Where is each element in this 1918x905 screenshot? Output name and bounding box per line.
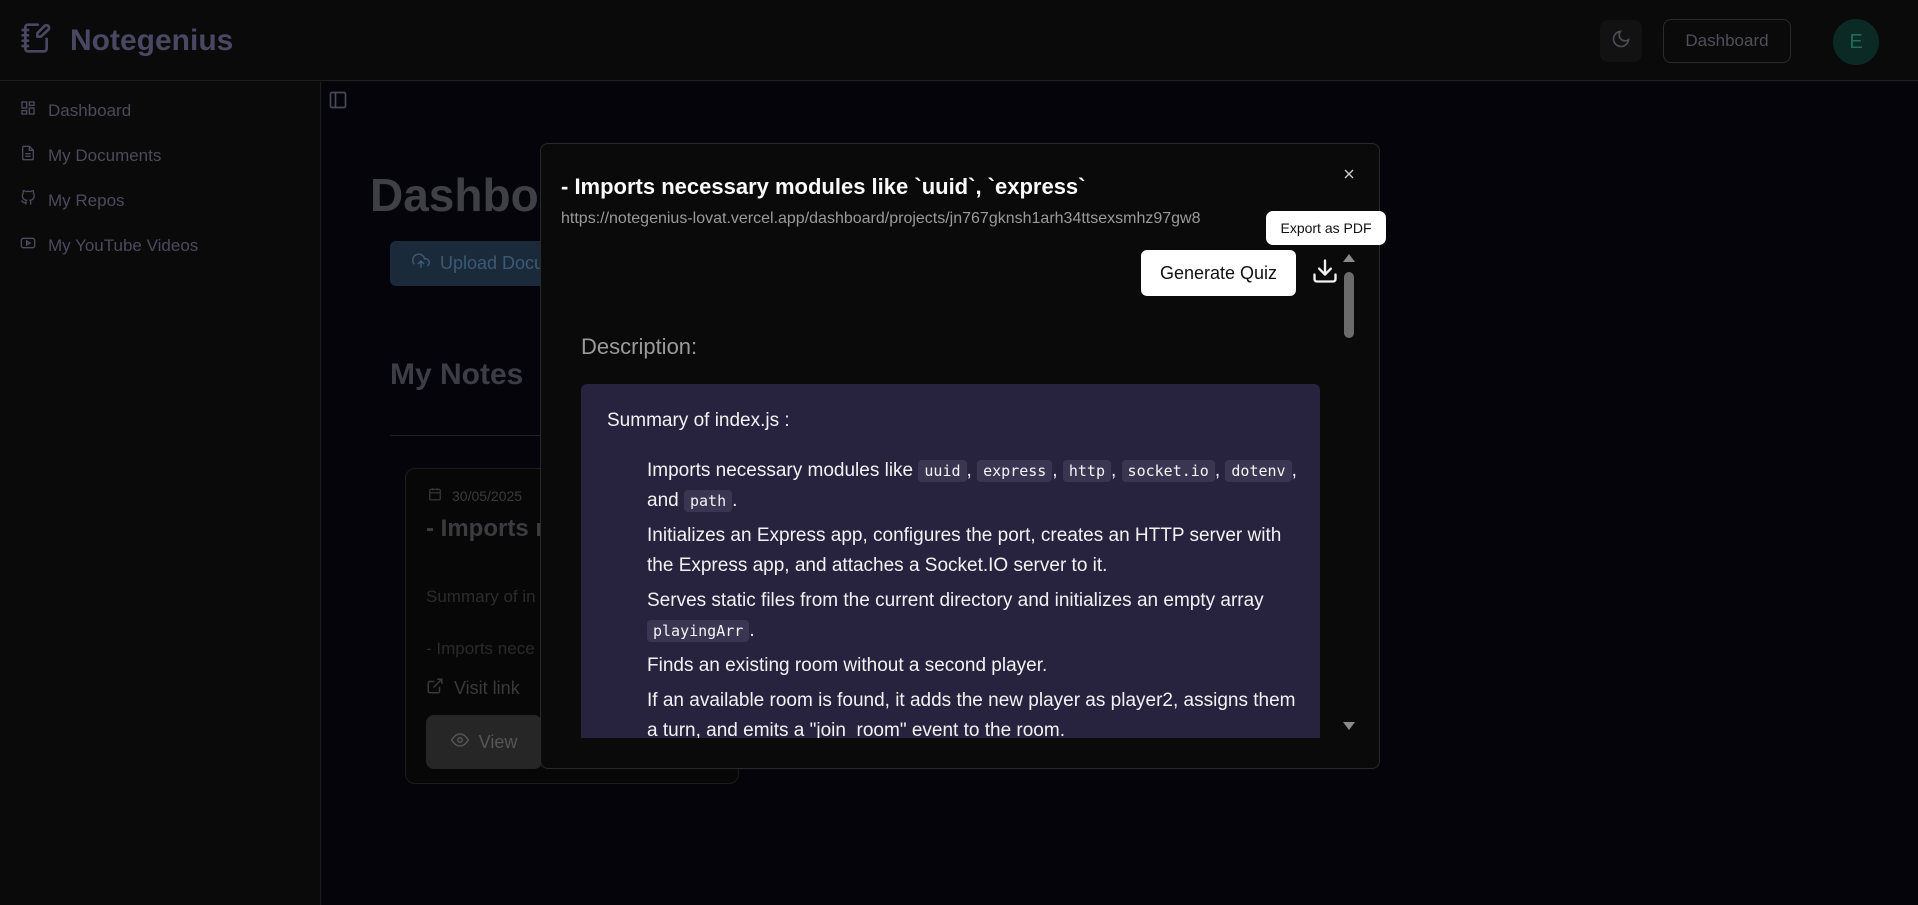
upload-cloud-icon bbox=[411, 252, 431, 275]
bullet-text: Serves static files from the current dir… bbox=[647, 590, 1264, 611]
list-item: Serves static files from the current dir… bbox=[647, 590, 1264, 642]
download-icon bbox=[1311, 257, 1339, 290]
youtube-icon bbox=[20, 235, 36, 256]
top-bar: Notegenius Dashboard E bbox=[0, 0, 1918, 81]
close-icon bbox=[1341, 166, 1357, 187]
sidebar-item-label: Dashboard bbox=[48, 100, 132, 120]
sidebar-item-my-youtube-videos[interactable]: My YouTube Videos bbox=[20, 235, 198, 256]
scroll-down-arrow[interactable] bbox=[1343, 722, 1355, 730]
sidebar-item-label: My Documents bbox=[48, 145, 162, 165]
bullet-text: Imports necessary modules like bbox=[647, 460, 914, 481]
page-title: Dashboa bbox=[370, 169, 565, 221]
sidebar-item-label: My Repos bbox=[48, 190, 125, 210]
close-button[interactable] bbox=[1337, 164, 1361, 188]
summary-content: Summary of index.js : Imports necessary … bbox=[581, 384, 1320, 738]
upload-label: Upload Docu bbox=[440, 253, 545, 273]
list-item: Imports necessary modules like uuid, exp… bbox=[647, 460, 1297, 512]
code-span: uuid bbox=[918, 460, 967, 482]
description-label: Description: bbox=[581, 334, 698, 359]
moon-icon bbox=[1611, 29, 1631, 54]
export-tooltip: Export as PDF bbox=[1266, 211, 1386, 245]
summary-bullets: Imports necessary modules like uuid, exp… bbox=[647, 456, 1307, 738]
brand[interactable]: Notegenius bbox=[20, 22, 233, 59]
eye-icon bbox=[450, 731, 469, 754]
summary-title: Summary of index.js : bbox=[607, 410, 790, 431]
avatar[interactable]: E bbox=[1833, 19, 1879, 65]
sidebar-toggle-icon[interactable] bbox=[328, 90, 348, 115]
notes-section-title: My Notes bbox=[390, 358, 524, 391]
notebook-icon bbox=[20, 22, 52, 59]
generate-quiz-button[interactable]: Generate Quiz bbox=[1141, 250, 1296, 296]
list-item: Finds an existing room without a second … bbox=[647, 655, 1048, 676]
card-date: 30/05/2025 bbox=[428, 487, 522, 504]
code-span: path bbox=[683, 490, 733, 512]
scroll-thumb[interactable] bbox=[1344, 272, 1354, 338]
visit-link[interactable]: Visit link bbox=[426, 677, 520, 700]
modal-title: - Imports necessary modules like `uuid`,… bbox=[561, 174, 1086, 199]
divider bbox=[390, 435, 550, 436]
document-icon bbox=[20, 145, 36, 166]
code-span: playingArr bbox=[647, 620, 750, 642]
modal-url[interactable]: https://notegenius-lovat.vercel.app/dash… bbox=[561, 210, 1281, 228]
visit-link-label: Visit link bbox=[454, 678, 520, 698]
github-icon bbox=[20, 189, 36, 211]
card-title: - Imports n bbox=[426, 515, 550, 542]
card-date-text: 30/05/2025 bbox=[452, 487, 523, 504]
sidebar-item-label: My YouTube Videos bbox=[48, 235, 199, 255]
theme-toggle-button[interactable] bbox=[1600, 20, 1642, 62]
card-summary: Summary of in bbox=[426, 587, 536, 606]
calendar-icon bbox=[428, 487, 442, 504]
export-pdf-button[interactable] bbox=[1310, 255, 1340, 291]
scroll-up-arrow[interactable] bbox=[1343, 254, 1355, 262]
sidebar-item-my-repos[interactable]: My Repos bbox=[20, 189, 125, 211]
sidebar-item-my-documents[interactable]: My Documents bbox=[20, 145, 161, 166]
code-span: socket.io bbox=[1121, 460, 1215, 482]
view-label: View bbox=[478, 731, 518, 752]
view-button[interactable]: View bbox=[426, 715, 542, 769]
code-span: http bbox=[1062, 460, 1111, 482]
external-link-icon bbox=[426, 677, 444, 700]
code-span: dotenv bbox=[1225, 460, 1292, 482]
brand-title: Notegenius bbox=[70, 23, 234, 57]
code-span: express bbox=[977, 460, 1053, 482]
list-item: Initializes an Express app, configures t… bbox=[647, 525, 1282, 576]
list-item: If an available room is found, it adds t… bbox=[647, 690, 1296, 738]
header-dashboard-button[interactable]: Dashboard bbox=[1663, 19, 1791, 63]
modal-scrollbar[interactable] bbox=[1341, 252, 1357, 736]
grid-icon bbox=[20, 100, 36, 121]
card-bullet: - Imports nece bbox=[426, 639, 535, 658]
sidebar-item-dashboard[interactable]: Dashboard bbox=[20, 100, 131, 121]
